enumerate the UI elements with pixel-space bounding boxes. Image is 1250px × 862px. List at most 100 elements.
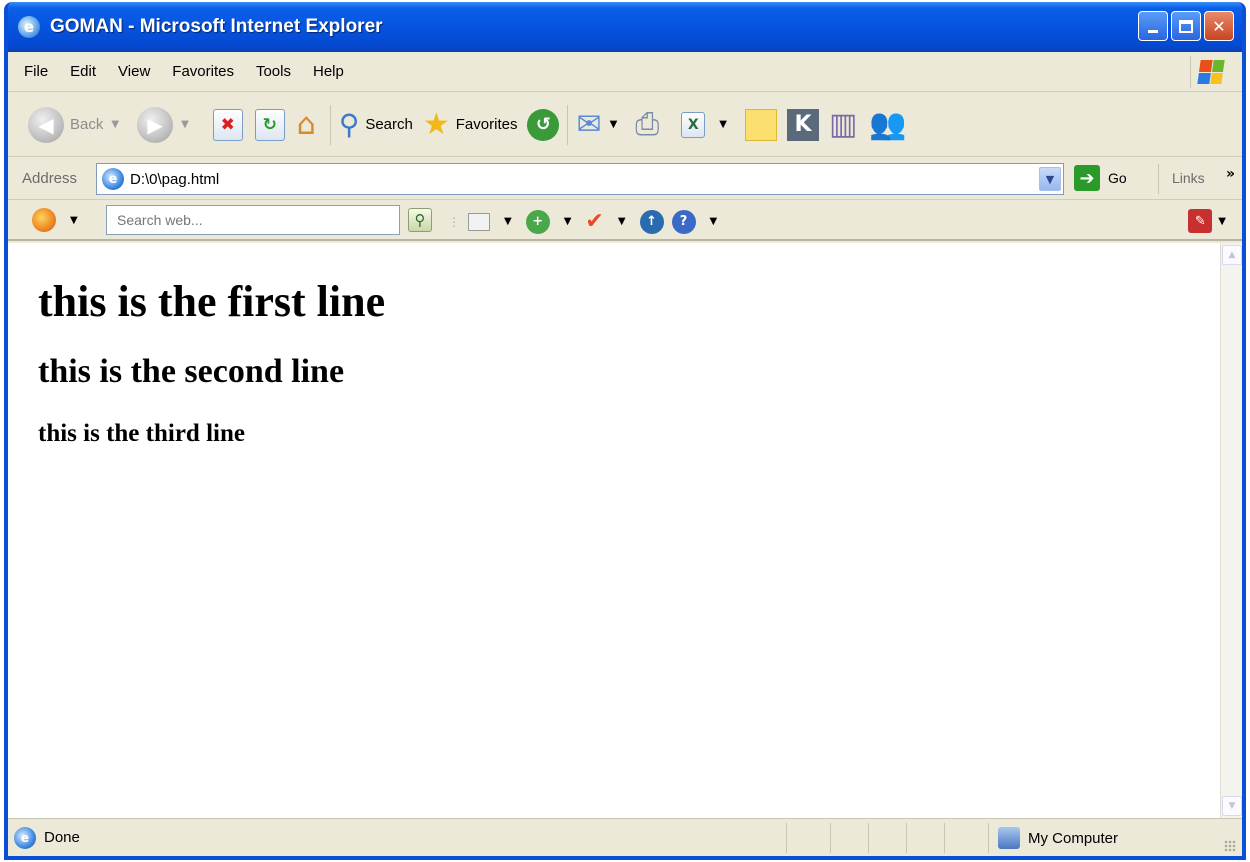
provider-dropdown-icon[interactable]: ▼ xyxy=(70,215,78,226)
back-dropdown-icon[interactable]: ▼ xyxy=(111,119,119,130)
history-icon[interactable]: ↺ xyxy=(527,108,560,141)
help-dropdown-icon[interactable]: ▼ xyxy=(710,216,718,227)
popup-dropdown-icon[interactable]: ▼ xyxy=(504,216,512,227)
search-label: Search xyxy=(365,116,413,133)
web-search-go-icon[interactable]: ⚲ xyxy=(408,208,432,232)
highlight-icon[interactable]: ✔ xyxy=(585,209,603,234)
status-bar: e Done My Computer xyxy=(8,818,1242,856)
forward-arrow-icon: ▶ xyxy=(137,106,174,143)
menu-help[interactable]: Help xyxy=(313,63,344,80)
note-icon[interactable] xyxy=(745,108,777,141)
forward-button[interactable]: ▶ ▼ xyxy=(137,106,197,143)
mail-dropdown-icon[interactable]: ▼ xyxy=(610,119,618,130)
title-bar[interactable]: e GOMAN - Microsoft Internet Explorer ✕ xyxy=(8,2,1242,52)
status-text: Done xyxy=(44,829,80,846)
status-page-icon: e xyxy=(14,826,36,849)
excel-dropdown-icon[interactable]: ▼ xyxy=(719,119,727,130)
pdf-dropdown-icon[interactable]: ▼ xyxy=(1218,216,1226,227)
research-icon[interactable]: ▥ xyxy=(829,109,857,140)
page-content: this is the first line this is the secon… xyxy=(8,243,1220,818)
favorites-label: Favorites xyxy=(455,116,518,133)
excel-icon: X xyxy=(681,111,706,138)
pdf-tool[interactable]: ✎ ▼ xyxy=(1188,209,1232,233)
toolbar-separator xyxy=(329,104,331,145)
search-button[interactable]: ⚲ Search xyxy=(338,107,413,141)
status-divider xyxy=(868,823,869,853)
pdf-icon: ✎ xyxy=(1188,209,1213,233)
mail-icon: ✉ xyxy=(576,106,602,142)
magnifier-icon: ⚲ xyxy=(338,107,360,141)
standard-toolbar: ◀ Back ▼ ▶ ▼ ✖ ↻ ⌂ ⚲ Search ★ Favorites … xyxy=(8,93,1242,157)
close-button[interactable]: ✕ xyxy=(1204,11,1234,41)
popup-blocker-icon[interactable] xyxy=(468,212,490,231)
highlight-dropdown-icon[interactable]: ▼ xyxy=(618,216,626,227)
menu-edit[interactable]: Edit xyxy=(70,63,96,80)
status-divider xyxy=(906,823,907,853)
mail-button[interactable]: ✉ ▼ xyxy=(576,106,625,142)
excel-button[interactable]: X ▼ xyxy=(675,111,735,138)
home-icon[interactable]: ⌂ xyxy=(297,109,316,140)
options-icon[interactable]: ↑ xyxy=(639,209,664,234)
windows-logo xyxy=(1190,56,1230,88)
star-icon: ★ xyxy=(422,106,450,142)
windows-flag-icon xyxy=(1196,60,1225,84)
resize-grip-icon[interactable] xyxy=(1224,840,1236,852)
status-divider xyxy=(830,823,831,853)
menu-file[interactable]: File xyxy=(24,63,48,80)
heading-second-line: this is the second line xyxy=(38,353,345,390)
minimize-button[interactable] xyxy=(1138,11,1168,41)
back-label: Back xyxy=(70,116,104,133)
web-search-box[interactable] xyxy=(106,205,400,235)
toolbar-separator xyxy=(567,104,569,145)
add-icon[interactable]: + xyxy=(525,209,550,234)
address-dropdown-icon[interactable]: ▼ xyxy=(1039,167,1061,191)
menu-favorites[interactable]: Favorites xyxy=(172,63,234,80)
help-icon[interactable]: ? xyxy=(671,209,696,234)
k-icon[interactable]: K xyxy=(787,108,819,141)
menu-tools[interactable]: Tools xyxy=(256,63,291,80)
address-value[interactable]: D:\0\pag.html xyxy=(130,171,219,188)
search-toolbar: ▼ ⚲ ⋮ ▼ + ▼ ✔ ▼ ↑ ? ▼ ✎ ▼ xyxy=(8,201,1242,241)
back-button[interactable]: ◀ Back ▼ xyxy=(28,106,127,143)
toolbar-grip-icon: ⋮ xyxy=(448,214,460,229)
zone-label: My Computer xyxy=(1028,829,1119,847)
vertical-scrollbar[interactable]: ▲ ▼ xyxy=(1220,243,1242,818)
links-button[interactable]: Links xyxy=(1172,170,1205,186)
address-bar: Address e D:\0\pag.html ▼ ➔ Go Links » xyxy=(8,158,1242,200)
add-dropdown-icon[interactable]: ▼ xyxy=(564,216,572,227)
forward-dropdown-icon[interactable]: ▼ xyxy=(181,119,189,130)
go-label: Go xyxy=(1108,170,1127,186)
menu-view[interactable]: View xyxy=(118,63,150,80)
go-arrow-icon: ➔ xyxy=(1074,165,1100,191)
print-icon[interactable]: ⎙ xyxy=(635,109,659,140)
page-icon: e xyxy=(102,168,124,190)
search-provider-icon[interactable] xyxy=(32,208,56,232)
internet-explorer-icon: e xyxy=(18,16,40,38)
search-toolbar-icons: ⋮ ▼ + ▼ ✔ ▼ ↑ ? ▼ xyxy=(448,209,723,234)
go-button[interactable]: ➔ Go xyxy=(1074,165,1127,191)
address-field[interactable]: e D:\0\pag.html ▼ xyxy=(96,163,1064,195)
maximize-icon xyxy=(1179,19,1193,33)
stop-icon[interactable]: ✖ xyxy=(212,108,243,141)
refresh-icon[interactable]: ↻ xyxy=(254,108,285,141)
security-zone[interactable]: My Computer xyxy=(998,827,1118,849)
scroll-up-icon[interactable]: ▲ xyxy=(1222,245,1242,265)
links-separator xyxy=(1158,164,1159,194)
status-divider xyxy=(786,823,787,853)
favorites-button[interactable]: ★ Favorites xyxy=(422,106,518,142)
heading-first-line: this is the first line xyxy=(38,277,386,326)
web-search-input[interactable] xyxy=(117,212,387,228)
maximize-button[interactable] xyxy=(1171,11,1201,41)
browser-window: e GOMAN - Microsoft Internet Explorer ✕ … xyxy=(4,2,1246,860)
close-icon: ✕ xyxy=(1212,16,1226,36)
status-divider xyxy=(944,823,945,853)
menu-bar: File Edit View Favorites Tools Help xyxy=(8,52,1242,92)
address-label: Address xyxy=(22,170,78,187)
my-computer-icon xyxy=(998,827,1020,849)
back-arrow-icon: ◀ xyxy=(28,106,64,143)
links-chevron-icon[interactable]: » xyxy=(1226,166,1235,182)
scroll-down-icon[interactable]: ▼ xyxy=(1222,796,1242,816)
heading-third-line: this is the third line xyxy=(38,420,245,447)
messenger-icon[interactable]: 👥 xyxy=(869,109,906,140)
window-title: GOMAN - Microsoft Internet Explorer xyxy=(50,16,383,37)
